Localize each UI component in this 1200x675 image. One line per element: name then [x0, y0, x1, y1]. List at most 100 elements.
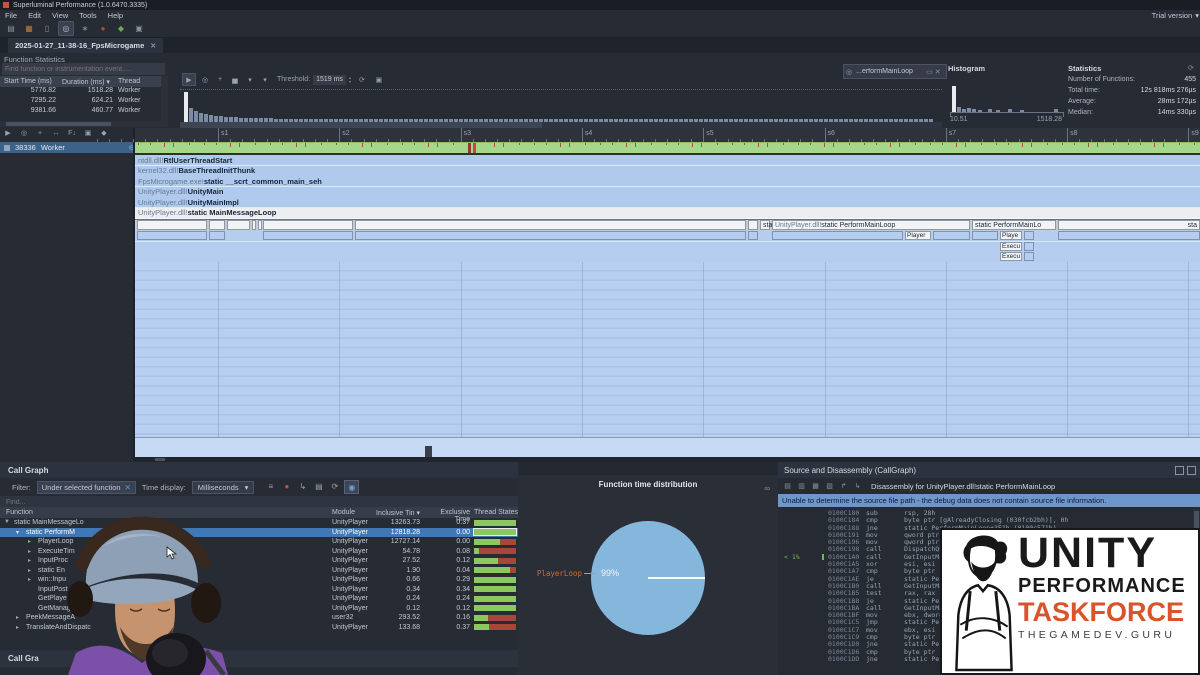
close-icon[interactable]: ✕: [150, 42, 156, 50]
plugin-icon[interactable]: ▣: [132, 22, 146, 35]
activity-band[interactable]: [135, 142, 1200, 153]
timeline-cell[interactable]: [1024, 231, 1034, 240]
timeline-segment[interactable]: Execu: [1000, 242, 1022, 251]
disassembly-tool-icon[interactable]: ▤: [782, 482, 793, 490]
timeline-empty-region[interactable]: [135, 262, 1200, 437]
expand-arrow-icon[interactable]: ▸: [28, 548, 31, 555]
timeline-cell[interactable]: [748, 231, 758, 240]
expand-arrow-icon[interactable]: ▾: [16, 529, 19, 536]
timeline-subrow[interactable]: Execu: [135, 242, 1200, 253]
new-session-icon[interactable]: ▯: [40, 22, 54, 35]
timeline-view[interactable]: s1s2s3s4s5s6s7s8s9 ntdll.dll!RtlUserThre…: [135, 128, 1200, 462]
timeline-segment[interactable]: [263, 220, 353, 230]
open-recent-icon[interactable]: ▦: [22, 22, 36, 35]
mini-histogram-chart[interactable]: [950, 78, 1062, 112]
expand-arrow-icon[interactable]: ▸: [16, 624, 19, 631]
histogram-tool-icon[interactable]: ▅: [229, 74, 241, 85]
function-statistics-header[interactable]: Start Time (ms)Duration (ms) ▾Thread: [0, 76, 161, 87]
menu-view[interactable]: View: [52, 11, 68, 20]
trace-tab[interactable]: 2025-01-27_11-38-16_FpsMicrogame ✕: [8, 38, 163, 53]
timeline-cell[interactable]: [1024, 252, 1034, 261]
settings-icon[interactable]: ∗: [78, 22, 92, 35]
disassembly-line[interactable]: 0100C180subrsp, 28h: [778, 509, 1192, 516]
threshold-input[interactable]: 1519 ms: [313, 75, 346, 85]
timeline-segment[interactable]: static: [760, 220, 770, 230]
refresh-icon[interactable]: ⟳: [328, 480, 341, 492]
goto-icon[interactable]: ↳: [296, 480, 309, 492]
timeline-segment[interactable]: [209, 220, 225, 230]
function-statistics-vscrollbar[interactable]: [161, 76, 168, 127]
disassembly-tool-icon[interactable]: ↱: [838, 482, 849, 490]
disassembly-tool-icon[interactable]: ▦: [810, 482, 821, 490]
timeline-cell[interactable]: [137, 231, 207, 240]
search-value-input[interactable]: [854, 67, 922, 76]
histogram-tool-icon[interactable]: ▶: [182, 73, 196, 86]
web-icon[interactable]: ◉: [344, 480, 359, 494]
expand-arrow-icon[interactable]: ▸: [16, 614, 19, 621]
clear-search-icon[interactable]: ✕: [935, 68, 941, 76]
timeline-segment[interactable]: sta: [1058, 220, 1200, 230]
callstack-row[interactable]: kernel32.dll!BaseThreadInitThunk: [135, 166, 1200, 177]
menu-edit[interactable]: Edit: [28, 11, 41, 20]
expand-arrow-icon[interactable]: ▼: [4, 519, 10, 525]
disassembly-tool-icon[interactable]: ↳: [852, 482, 863, 490]
match-case-icon[interactable]: ▭: [926, 68, 933, 76]
threshold-spinner[interactable]: ▴▾: [349, 76, 351, 84]
menu-tools[interactable]: Tools: [79, 11, 97, 20]
callstack-row[interactable]: UnityPlayer.dll!static MainMessageLoop: [135, 208, 1200, 219]
timeline-cell[interactable]: [972, 231, 998, 240]
timeline-cell[interactable]: [933, 231, 970, 240]
table-row[interactable]: 7295.22624.21Worker: [0, 97, 161, 107]
time-display-dropdown[interactable]: Milliseconds ▾: [192, 481, 255, 494]
timeline-cell[interactable]: [263, 231, 353, 240]
timeline-segment[interactable]: [252, 220, 256, 230]
histogram-tool-icon[interactable]: ▾: [259, 74, 271, 85]
filter-tag[interactable]: Under selected function ✕: [37, 481, 136, 494]
timeline-segment[interactable]: [748, 220, 758, 230]
timeline-subrow[interactable]: PlayerPlaye: [135, 231, 1200, 242]
histogram-tool-icon[interactable]: +: [214, 74, 226, 85]
perform-mainloop-searchbox[interactable]: ◎ ▭✕: [843, 64, 947, 79]
outline-icon[interactable]: ≡: [264, 480, 277, 492]
menu-help[interactable]: Help: [108, 11, 123, 20]
timeline-segment[interactable]: [137, 220, 207, 230]
duration-histogram-strip[interactable]: ▶◎+▅▾▾Threshold:1519 ms▴▾⟳▣: [178, 53, 945, 127]
columns-icon[interactable]: ▤: [312, 480, 325, 492]
histogram-copy-icon[interactable]: ▣: [373, 74, 385, 85]
record-icon[interactable]: ●: [96, 22, 110, 35]
timeline-cell[interactable]: [1024, 242, 1034, 251]
disassembly-tool-icon[interactable]: ▧: [824, 482, 835, 490]
timeline-segment[interactable]: [258, 220, 262, 230]
expand-arrow-icon[interactable]: ▸: [28, 567, 31, 574]
timeline-cell[interactable]: [209, 231, 225, 240]
timeline-segment[interactable]: Execu: [1000, 252, 1022, 261]
export-icon[interactable]: ◆: [114, 22, 128, 35]
panel-window-icons[interactable]: [1175, 466, 1196, 475]
histogram-tool-icon[interactable]: ▾: [244, 74, 256, 85]
pop-out-icon[interactable]: [1175, 466, 1184, 475]
timeline-segment[interactable]: static PerformMainLo: [972, 220, 1056, 230]
timeline-tool-icon[interactable]: ▣: [82, 129, 94, 137]
trial-version-dropdown[interactable]: Trial version ▾: [1152, 10, 1199, 20]
callstack-row[interactable]: UnityPlayer.dll!UnityMainImpl: [135, 197, 1200, 208]
duration-histogram-chart[interactable]: [180, 89, 942, 123]
timeline-bottom-band[interactable]: [135, 437, 1200, 458]
timeline-segment[interactable]: Playe: [1000, 231, 1022, 240]
table-row[interactable]: 5776.821518.28Worker: [0, 87, 161, 97]
timeline-tool-icon[interactable]: ◎: [18, 129, 30, 137]
timeline-cell[interactable]: [355, 231, 746, 240]
timeline-segment[interactable]: [227, 220, 250, 230]
thread-row-worker[interactable]: 38336 Worker ⊖: [0, 142, 137, 153]
table-row[interactable]: 9381.66460.77Worker: [0, 107, 161, 117]
expand-arrow-icon[interactable]: ▸: [28, 557, 31, 564]
timeline-tool-icon[interactable]: +: [34, 130, 46, 137]
refresh-icon[interactable]: ⟳: [1188, 64, 1194, 72]
timeline-segment[interactable]: [355, 220, 746, 230]
menu-file[interactable]: File: [5, 11, 17, 20]
function-statistics-hscrollbar[interactable]: [0, 121, 161, 127]
expand-arrow-icon[interactable]: ▸: [28, 576, 31, 583]
mainmessageloop-segments[interactable]: staticUnityPlayer.dll!static PerformMain…: [135, 219, 1200, 231]
histogram-tool-icon[interactable]: ◎: [199, 74, 211, 85]
record-icon[interactable]: ●: [280, 480, 293, 492]
timeline-cell[interactable]: [1058, 231, 1200, 240]
